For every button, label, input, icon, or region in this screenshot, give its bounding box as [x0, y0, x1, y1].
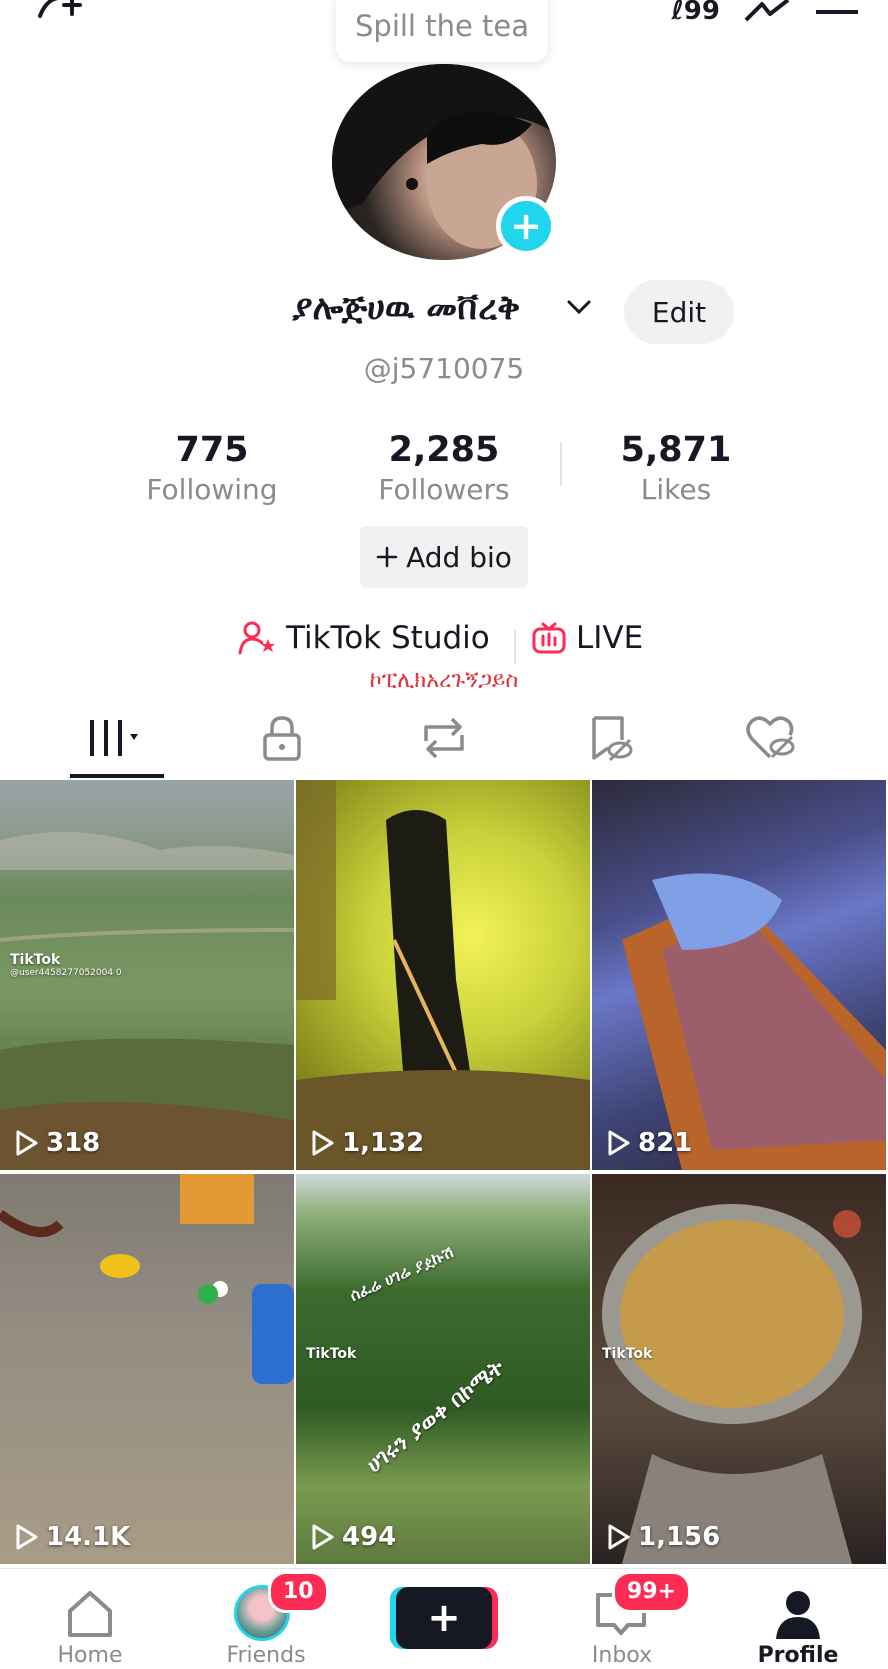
nav-home[interactable]: Home [20, 1569, 160, 1669]
coins-balance[interactable]: ℓ99 [672, 0, 720, 26]
display-name: ያሎጅሀዉ መቨረቅ [292, 288, 521, 328]
tiktok-watermark: TikTok [306, 1346, 356, 1362]
add-bio-label: Add bio [406, 540, 512, 574]
profile-icon [776, 1591, 820, 1639]
view-count-value: 821 [638, 1128, 693, 1158]
tiktok-studio-link[interactable]: TikTok Studio [238, 620, 490, 656]
view-count-value: 494 [342, 1522, 397, 1552]
repost-icon [424, 717, 464, 759]
tab-favorites[interactable] [550, 700, 670, 776]
view-count: 821 [606, 1128, 692, 1158]
live-tv-icon [532, 622, 566, 654]
live-label: LIVE [576, 620, 644, 656]
username-handle: @j5710075 [363, 352, 525, 385]
play-icon [16, 1524, 38, 1550]
tiktok-watermark: TikTok @user4458277052004 0 [10, 952, 122, 978]
live-link[interactable]: LIVE [532, 620, 643, 656]
top-bar: Spill the tea ℓ99 [0, 0, 888, 62]
watermark-text: TikTok [10, 952, 61, 968]
nav-friends[interactable]: 10 Friends [196, 1569, 336, 1669]
tab-reposts[interactable] [384, 700, 504, 776]
play-icon [312, 1524, 334, 1550]
view-count: 14.1K [14, 1522, 130, 1552]
menu-icon[interactable] [816, 0, 858, 24]
view-count-value: 318 [46, 1128, 101, 1158]
view-count-value: 1,132 [342, 1128, 425, 1158]
add-bio-button[interactable]: Add bio [360, 526, 528, 588]
stat-label: Following [146, 473, 278, 506]
view-count: 494 [310, 1522, 396, 1552]
heart-hidden-icon [746, 716, 795, 759]
bottom-navigation: Home 10 Friends + 99+ Inbox Profile [0, 1568, 888, 1669]
video-thumbnail[interactable]: TikTok 1,156 [592, 1174, 886, 1564]
view-count-value: 1,156 [638, 1522, 721, 1552]
video-thumbnail[interactable]: ሰፈሬ ሀገሬ ያዸኩሽ ሀገሩን ያወቀ በኮሜት TikTok 494 [296, 1174, 590, 1564]
play-icon [608, 1524, 630, 1550]
video-thumbnail[interactable]: 821 [592, 780, 886, 1170]
profile-tabs [0, 700, 888, 780]
stat-divider [560, 442, 562, 486]
stat-value: 5,871 [620, 430, 732, 470]
watermark-text: TikTok [602, 1346, 653, 1362]
topbar-actions: ℓ99 [672, 0, 858, 26]
stat-value: 2,285 [388, 430, 500, 470]
avatar-container: + [332, 64, 556, 264]
view-count-value: 14.1K [46, 1522, 131, 1552]
lock-icon [263, 716, 301, 761]
profile-stats: 775 Following 2,285 Followers 5,871 Like… [0, 428, 888, 508]
tiktok-studio-label: TikTok Studio [286, 620, 490, 656]
stat-followers[interactable]: 2,285 Followers [334, 428, 554, 508]
analytics-icon[interactable] [744, 0, 792, 24]
play-icon [608, 1130, 630, 1156]
bookmark-hidden-icon [592, 716, 633, 762]
view-count: 1,132 [310, 1128, 424, 1158]
nav-home-label: Home [57, 1643, 123, 1668]
stat-following[interactable]: 775 Following [102, 428, 322, 508]
watermark-user: @user4458277052004 0 [10, 968, 122, 978]
plus-icon: + [427, 1595, 461, 1641]
add-story-button[interactable]: + [496, 196, 556, 256]
view-count: 1,156 [606, 1522, 720, 1552]
video-thumbnail[interactable]: TikTok @user4458277052004 0 318 [0, 780, 294, 1170]
view-count: 318 [14, 1128, 100, 1158]
video-overlay-text: ሀገሩን ያወቀ በኮሜት [362, 1355, 510, 1478]
nav-profile[interactable]: Profile [728, 1569, 868, 1669]
plus-icon [376, 546, 398, 568]
video-thumbnail[interactable]: 14.1K [0, 1174, 294, 1564]
grid-menu-icon [90, 720, 138, 756]
video-overlay-text: ሰፈሬ ሀገሬ ያዸኩሽ [346, 1242, 457, 1305]
tiktok-watermark: TikTok [602, 1346, 652, 1362]
link-separator [514, 630, 516, 664]
inbox-badge: 99+ [612, 1571, 692, 1613]
nav-profile-label: Profile [757, 1643, 839, 1668]
studio-icon [238, 621, 275, 655]
creator-links: TikTok Studio LIVE [0, 620, 888, 670]
video-grid: TikTok @user4458277052004 0 318 1,132 82… [0, 780, 888, 1568]
nav-inbox[interactable]: 99+ Inbox [552, 1569, 692, 1669]
edit-profile-button[interactable]: Edit [624, 280, 734, 344]
stat-likes[interactable]: 5,871 Likes [566, 428, 786, 508]
add-friend-icon[interactable] [36, 0, 96, 24]
name-row: ያሎጅሀዉ መቨረቅ Edit [0, 280, 888, 346]
chevron-down-icon[interactable] [566, 298, 592, 316]
home-icon [68, 1591, 112, 1637]
bio-text: ኮፒሊክአረጉኝጋይስ [369, 668, 519, 693]
play-icon [16, 1130, 38, 1156]
note-bubble-text: Spill the tea [355, 9, 529, 43]
watermark-text: TikTok [306, 1346, 357, 1362]
nav-inbox-label: Inbox [591, 1643, 653, 1668]
stat-label: Followers [378, 473, 510, 506]
create-button[interactable]: + [396, 1587, 492, 1649]
active-tab-indicator [70, 774, 164, 778]
stat-value: 775 [175, 430, 249, 470]
nav-friends-label: Friends [226, 1643, 306, 1668]
friends-badge: 10 [268, 1571, 329, 1613]
note-bubble[interactable]: Spill the tea [336, 0, 548, 62]
play-icon [312, 1130, 334, 1156]
tab-videos[interactable] [56, 700, 176, 776]
tab-private[interactable] [222, 700, 342, 776]
stat-label: Likes [640, 473, 712, 506]
tab-liked[interactable] [710, 700, 830, 776]
video-thumbnail[interactable]: 1,132 [296, 780, 590, 1170]
